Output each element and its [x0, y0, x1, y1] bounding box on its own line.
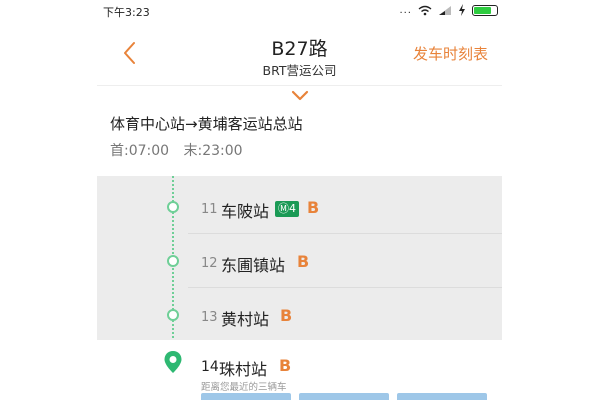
route-service-hours: 首:07:00 末:23:00	[110, 140, 253, 160]
stop-node-icon	[167, 309, 179, 321]
signal-icon	[439, 5, 451, 15]
metro-icon: Ⓜ	[278, 202, 289, 215]
stop-item-dongpuzhen[interactable]: 12 东圃镇站 B	[97, 234, 502, 288]
stop-item-chebei[interactable]: 11 车陂站 Ⓜ4 B	[97, 180, 502, 234]
current-stop-number: 14	[201, 359, 219, 375]
brt-badge: B	[307, 198, 320, 217]
chevron-down-icon[interactable]	[290, 90, 310, 102]
brt-badge: B	[279, 356, 292, 375]
stop-name: 黄村站	[221, 310, 270, 329]
metro-line-badge: Ⓜ4	[275, 201, 299, 217]
status-icons: ...	[399, 4, 498, 16]
phone-screen: 下午3:23 ... B27路 BRT营运公司 发车时刻表 体育中心站→黄埔客运…	[97, 0, 502, 400]
current-stop-panel[interactable]	[97, 340, 502, 400]
app-header: B27路 BRT营运公司 发车时刻表	[97, 22, 502, 86]
current-stop-name: 珠村站	[219, 360, 268, 379]
timetable-button[interactable]: 发车时刻表	[413, 43, 488, 64]
nearest-buses-hint: 距离您最近的三辆车	[201, 382, 287, 393]
more-dots-icon: ...	[399, 4, 412, 16]
status-time: 下午3:23	[103, 6, 150, 19]
battery-fill	[474, 6, 491, 14]
stop-item-huangcun[interactable]: 13 黄村站 B	[97, 288, 502, 342]
bus-card[interactable]	[201, 393, 291, 400]
status-bar: 下午3:23 ...	[97, 0, 502, 22]
battery-icon	[472, 4, 498, 16]
stop-number: 11	[201, 202, 218, 217]
stop-number: 12	[201, 256, 218, 271]
stop-name: 东圃镇站	[221, 256, 286, 275]
stop-node-icon	[167, 255, 179, 267]
stop-name: 车陂站	[221, 202, 270, 221]
brt-badge: B	[297, 252, 310, 271]
stop-node-icon	[167, 201, 179, 213]
bus-card[interactable]	[299, 393, 389, 400]
wifi-icon	[418, 5, 432, 15]
stop-list: 11 车陂站 Ⓜ4 B 12 东圃镇站 B 13 黄村站 B	[97, 176, 502, 340]
charging-icon	[459, 4, 465, 16]
location-pin-icon	[164, 351, 182, 373]
bus-card[interactable]	[397, 393, 487, 400]
route-direction: 体育中心站→黄埔客运站总站	[110, 115, 303, 133]
metro-line-number: 4	[289, 202, 296, 215]
first-bus-time: 首:07:00	[110, 143, 170, 159]
brt-badge: B	[280, 306, 293, 325]
last-bus-time: 末:23:00	[183, 143, 243, 159]
stop-number: 13	[201, 310, 218, 325]
